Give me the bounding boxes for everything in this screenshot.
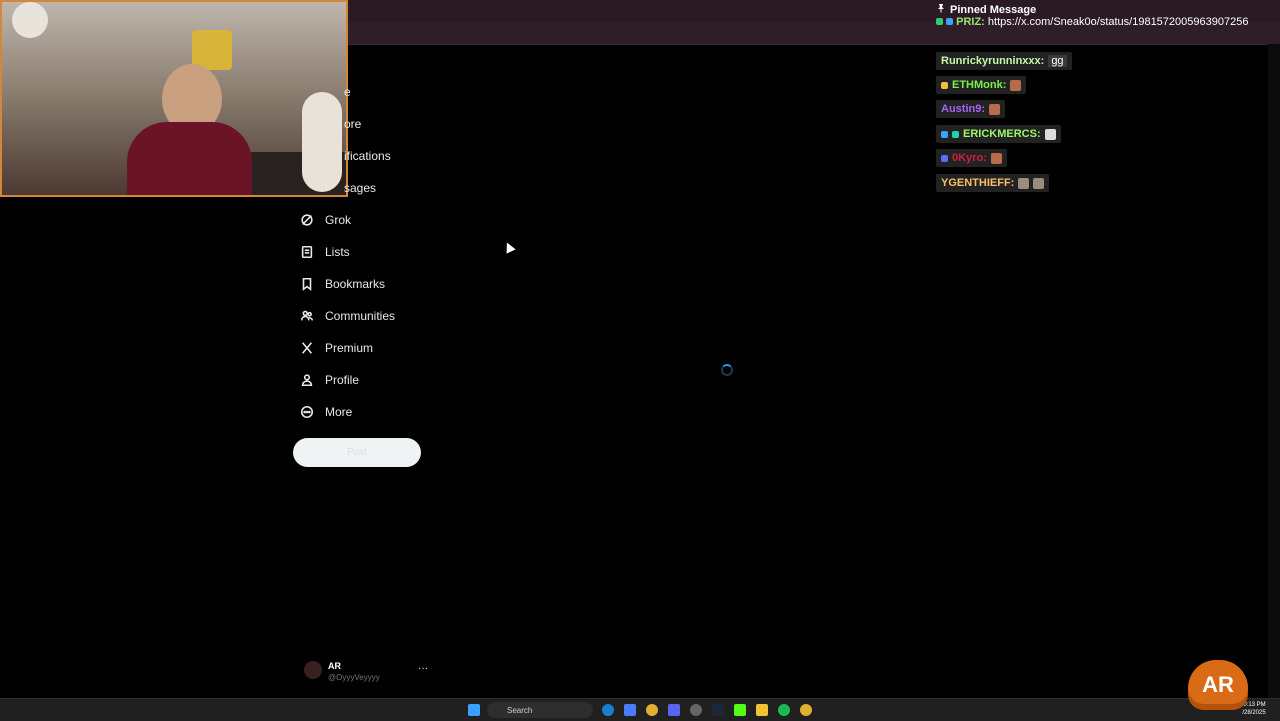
nav-item-label: Communities <box>325 309 396 323</box>
chat-message: ERICKMERCS: <box>936 125 1061 143</box>
edge-icon[interactable] <box>602 704 614 716</box>
nav-item-lists[interactable]: Lists <box>292 238 350 266</box>
nav-item-label: e <box>344 85 351 99</box>
nav-item-label: Premium <box>325 341 374 355</box>
spotify-icon[interactable] <box>778 704 790 716</box>
nav-item-notifications[interactable]: ifications <box>344 142 391 170</box>
nav-item-label: ifications <box>344 149 391 163</box>
steam-icon[interactable] <box>712 704 724 716</box>
nav-item-messages[interactable]: sages <box>344 174 376 202</box>
nav-item-profile[interactable]: Profile <box>292 366 359 394</box>
x-logo-icon <box>299 340 315 356</box>
pinned-text[interactable]: https://x.com/Sneak0o/status/19815720059… <box>988 16 1249 28</box>
chat-message: Runrickyrunninxxx: gg <box>936 52 1072 70</box>
nav-item-premium[interactable]: Premium <box>292 334 373 362</box>
chat-username: Austin9: <box>941 103 985 115</box>
nav-item-more[interactable]: More <box>292 398 352 426</box>
chat-message: 0Kyro: <box>936 149 1007 167</box>
webcam-overlay <box>0 0 348 197</box>
file-explorer-icon[interactable] <box>756 704 768 716</box>
nav-item-label: Profile <box>325 373 360 387</box>
taskbar-search[interactable]: Search <box>487 702 593 718</box>
pin-icon <box>936 3 946 16</box>
sub-badge-icon <box>946 18 954 25</box>
chat-username: ERICKMERCS: <box>963 128 1041 140</box>
avatar <box>304 661 322 679</box>
obs-icon[interactable] <box>690 704 702 716</box>
windows-start-icon[interactable] <box>468 704 480 716</box>
grok-icon <box>299 212 315 228</box>
clock-date: /28/2025 <box>1242 710 1266 716</box>
emote-icon <box>1010 79 1022 91</box>
nav-item-label: More <box>325 405 353 419</box>
kick-icon[interactable] <box>734 704 746 716</box>
chat-username: YGENTHIEFF: <box>941 177 1015 189</box>
emote-icon <box>990 152 1002 164</box>
communities-icon <box>299 308 315 324</box>
sub-badge-icon <box>952 130 959 138</box>
chrome-icon[interactable] <box>646 704 658 716</box>
pinned-message: Pinned Message PRIZ: https://x.com/Sneak… <box>936 3 1276 28</box>
chrome-active-icon[interactable] <box>800 704 812 716</box>
chat-username: 0Kyro: <box>952 152 987 164</box>
emote-icon <box>1018 177 1030 189</box>
streamer-logo: AR <box>1188 660 1248 710</box>
emote-icon <box>1044 128 1056 140</box>
copilot-icon[interactable] <box>624 704 636 716</box>
bookmark-icon <box>299 276 315 292</box>
nav-item-label: ore <box>344 117 362 131</box>
discord-icon[interactable] <box>668 704 680 716</box>
crown-badge-icon <box>941 81 948 89</box>
loading-spinner <box>721 364 733 376</box>
chat-username: Runrickyrunninxxx: <box>941 55 1045 67</box>
verified-badge-icon <box>936 18 943 25</box>
nav-item-label: Lists <box>325 245 350 259</box>
nav-item-label: sages <box>344 181 377 195</box>
account-menu-icon[interactable]: ··· <box>418 663 428 674</box>
chat-username: ETHMonk: <box>952 79 1007 91</box>
mouse-cursor-icon <box>502 240 516 254</box>
chat-text: gg <box>1048 55 1067 67</box>
pinned-title: Pinned Message <box>950 3 1037 16</box>
nav-item-label: Bookmarks <box>325 277 386 291</box>
nav-item-label: Grok <box>325 213 352 227</box>
account-name: AR <box>328 661 341 671</box>
pinned-author: PRIZ: <box>956 16 985 28</box>
emote-icon <box>1033 177 1045 189</box>
chat-message: ETHMonk: <box>936 76 1027 94</box>
sword-badge-icon <box>941 130 948 138</box>
ar-badge-icon <box>941 154 948 162</box>
taskbar-search-label: Search <box>507 705 533 715</box>
account-switcher[interactable]: AR @OyyyVeyyyy ··· <box>300 657 440 685</box>
page-scrollbar[interactable] <box>1268 44 1280 700</box>
account-handle: @OyyyVeyyyy <box>328 673 380 682</box>
chat-message: YGENTHIEFF: <box>936 174 1050 192</box>
more-circle-icon <box>299 404 315 420</box>
nav-item-communities[interactable]: Communities <box>292 302 395 330</box>
nav-item-explore[interactable]: ore <box>344 110 361 138</box>
nav-item-bookmarks[interactable]: Bookmarks <box>292 270 385 298</box>
chat-message: Austin9: <box>936 100 1005 118</box>
windows-taskbar: Search 10:13 PM /28/2025 <box>0 698 1280 721</box>
nav-item-grok[interactable]: Grok <box>292 206 351 234</box>
emote-icon <box>989 103 1000 115</box>
post-button[interactable]: Post <box>293 438 421 467</box>
lists-icon <box>299 244 315 260</box>
nav-item-home[interactable]: e <box>344 78 351 106</box>
person-icon <box>299 372 315 388</box>
